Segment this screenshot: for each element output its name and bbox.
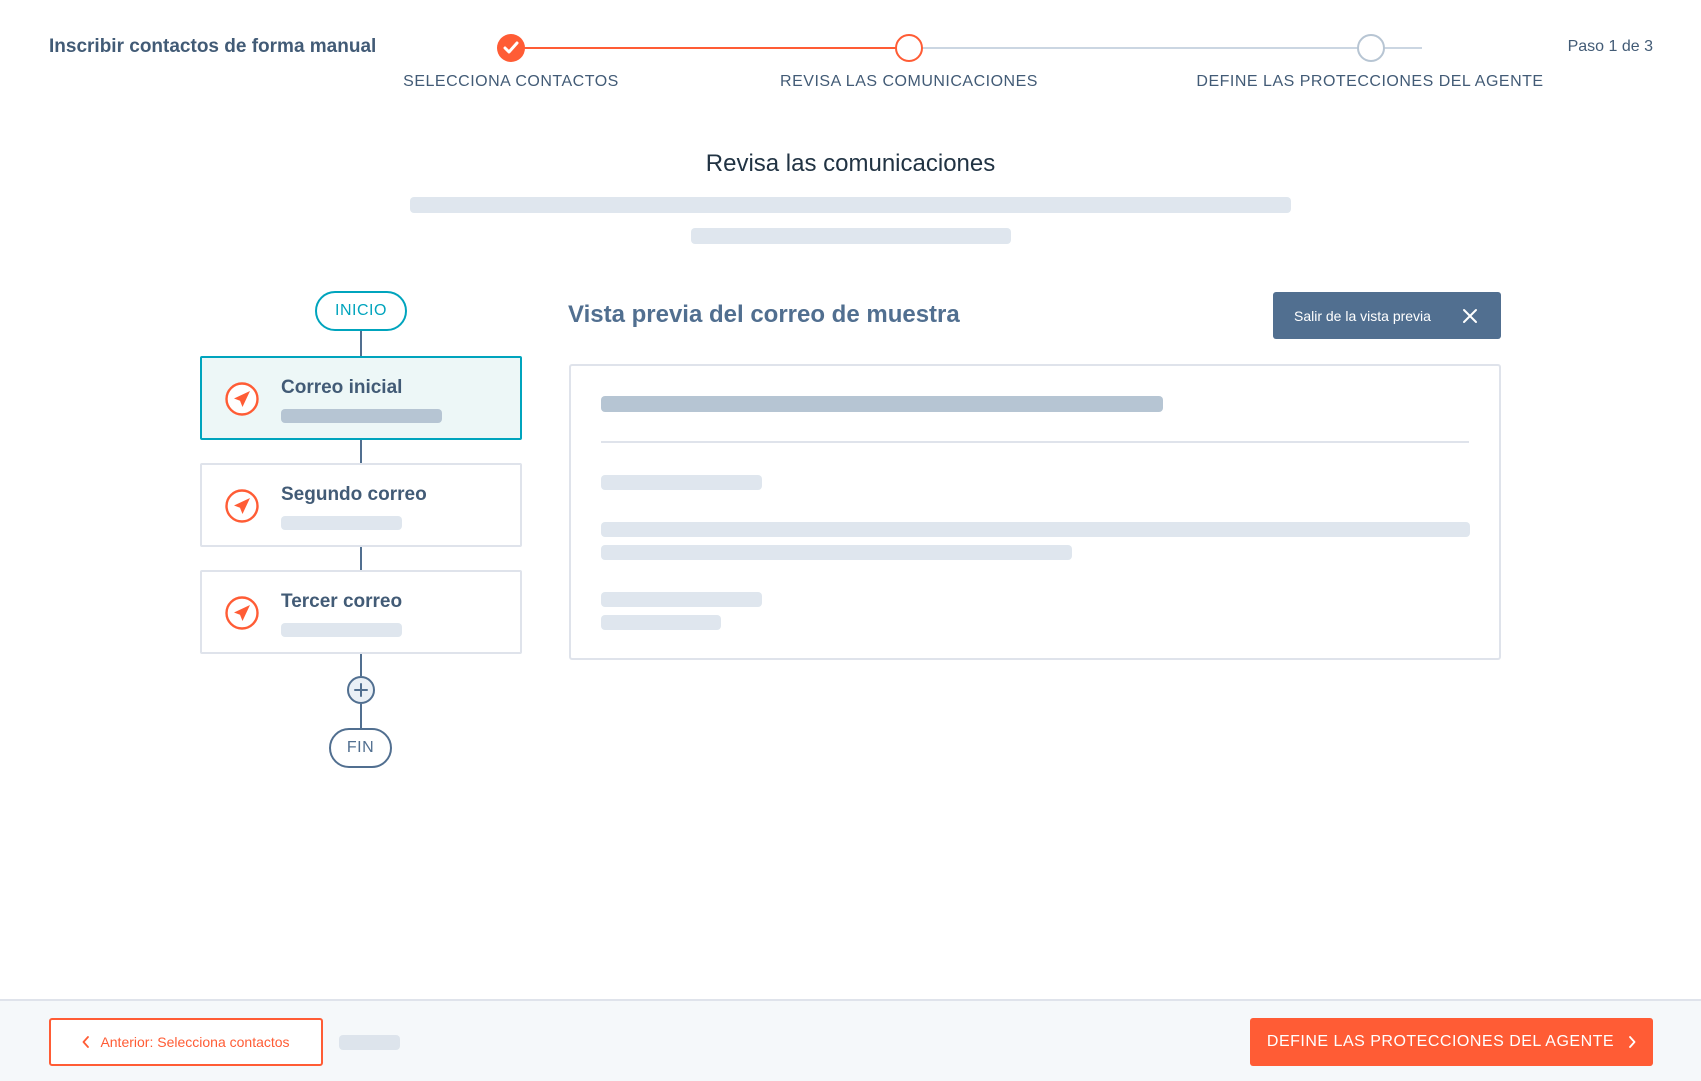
flow-step-subtitle-placeholder — [281, 409, 442, 423]
next-step-label: DEFINE LAS PROTECCIONES DEL AGENTE — [1266, 1033, 1615, 1050]
email-preview-card — [569, 364, 1501, 660]
flow-connector — [360, 704, 362, 728]
wizard-footer: Anterior: Selecciona contactos DEFINE LA… — [0, 999, 1701, 1081]
flow-step-subtitle-placeholder — [281, 623, 402, 637]
close-icon — [1463, 309, 1477, 323]
stepper-progress-pending — [908, 47, 1422, 49]
email-subject-placeholder — [601, 396, 1163, 412]
flow-step-subtitle-placeholder — [281, 516, 402, 530]
step-label-select-contacts[interactable]: SELECCIONA CONTACTOS — [403, 73, 619, 91]
flow-step-title: Tercer correo — [281, 591, 403, 612]
footer-placeholder — [339, 1035, 400, 1050]
send-icon — [225, 382, 259, 416]
previous-step-button[interactable]: Anterior: Selecciona contactos — [49, 1018, 323, 1066]
flow-end-node: FIN — [329, 728, 392, 768]
email-body-placeholder-line — [601, 475, 762, 490]
exit-preview-label: Salir de la vista previa — [1294, 307, 1431, 324]
flow-step-card[interactable]: Segundo correo — [200, 463, 522, 547]
next-step-button[interactable]: DEFINE LAS PROTECCIONES DEL AGENTE — [1250, 1018, 1653, 1066]
step-active-indicator[interactable] — [895, 34, 923, 62]
step-completed-indicator[interactable] — [497, 34, 525, 62]
flow-start-node: INICIO — [315, 291, 407, 331]
stepper-progress-completed — [510, 47, 908, 49]
wizard-title: Inscribir contactos de forma manual — [49, 36, 377, 57]
description-placeholder-line — [691, 228, 1011, 244]
flow-step-title: Segundo correo — [281, 484, 427, 505]
email-body-placeholder-line — [601, 545, 1072, 560]
send-icon — [225, 489, 259, 523]
enroll-wizard-page: Inscribir contactos de forma manual Paso… — [0, 0, 1701, 1081]
plus-icon — [354, 683, 368, 697]
preview-title: Vista previa del correo de muestra — [568, 301, 960, 328]
step-label-review-communications[interactable]: REVISA LAS COMUNICACIONES — [780, 73, 1038, 91]
section-title: Revisa las comunicaciones — [705, 150, 996, 177]
flow-step-card[interactable]: Tercer correo — [200, 570, 522, 654]
flow-connector — [360, 438, 362, 464]
step-label-agent-protections[interactable]: DEFINE LAS PROTECCIONES DEL AGENTE — [1196, 73, 1543, 91]
email-body-placeholder-line — [601, 592, 762, 607]
description-placeholder-line — [410, 197, 1291, 213]
flow-connector — [360, 653, 362, 676]
preview-divider — [601, 441, 1469, 443]
email-body-placeholder-line — [601, 522, 1470, 537]
check-icon — [503, 41, 519, 54]
flow-connector — [360, 545, 362, 571]
exit-preview-button[interactable]: Salir de la vista previa — [1273, 292, 1501, 339]
step-pending-indicator[interactable] — [1357, 34, 1385, 62]
email-body-placeholder-line — [601, 615, 721, 630]
chevron-right-icon — [1629, 1036, 1636, 1048]
flow-connector — [360, 330, 362, 356]
previous-step-label: Anterior: Selecciona contactos — [100, 1034, 290, 1050]
send-icon — [225, 596, 259, 630]
flow-step-card[interactable]: Correo inicial — [200, 356, 522, 440]
add-step-button[interactable] — [347, 676, 375, 704]
flow-step-title: Correo inicial — [281, 377, 403, 398]
chevron-left-icon — [83, 1036, 90, 1048]
step-counter: Paso 1 de 3 — [1567, 38, 1653, 55]
